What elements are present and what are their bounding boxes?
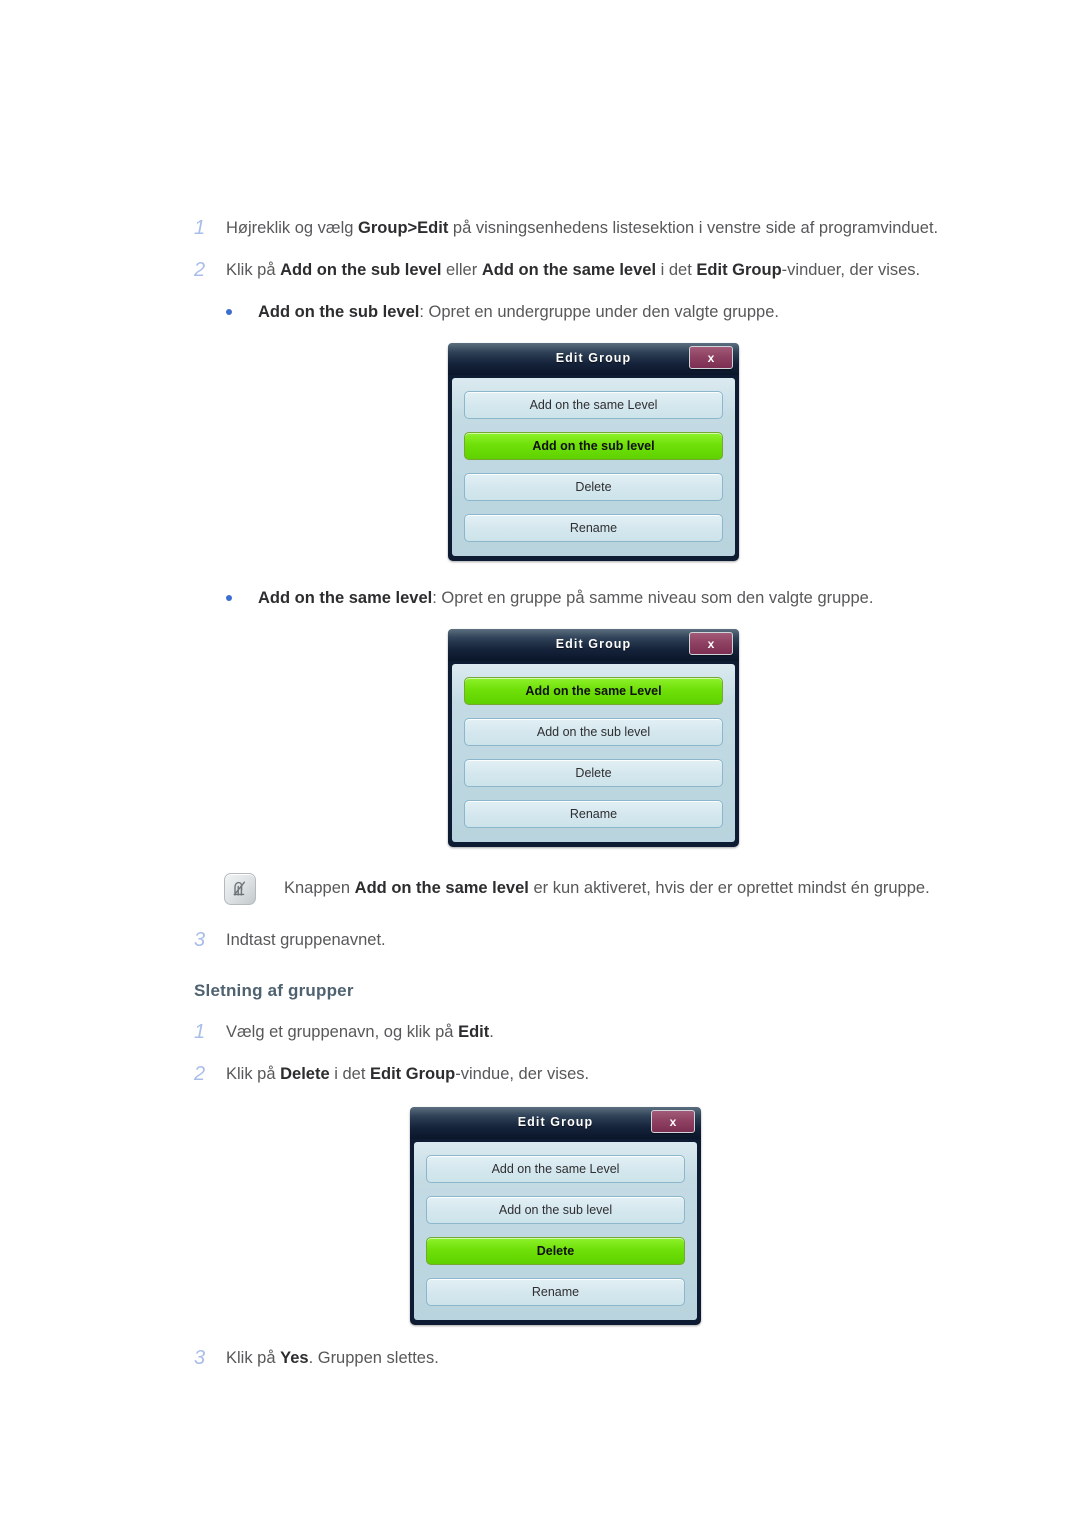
note-text-frag-0: Knappen (284, 879, 355, 897)
add-step-2-text: Klik på Add on the sub level eller Add o… (226, 257, 920, 283)
add-step-2-number: 2 (194, 259, 206, 281)
dialog-same-level-title: Edit Group (555, 637, 632, 651)
add-step-1-number: 1 (194, 217, 206, 239)
dialog-delete-button-add-on-the-sub-level[interactable]: Add on the sub level (426, 1196, 685, 1224)
delete-step-2-text: Klik på Delete i det Edit Group-vindue, … (226, 1061, 589, 1087)
dialog-sub-level-body: Add on the same Level Add on the sub leve… (452, 378, 735, 556)
dialog-sub-level-button-add-on-the-sub-level[interactable]: Add on the sub level (464, 432, 723, 460)
bullet-sub-level-dot-icon (226, 299, 258, 315)
add-step-3: 3 Indtast gruppenavnet. (186, 927, 996, 953)
add-group-steps: 1 Højreklik og vælg Group>Edit på visning… (186, 215, 996, 283)
delete-step-2-text-frag-0: Klik på (226, 1065, 281, 1083)
dialog-delete-body: Add on the same Level Add on the sub leve… (414, 1142, 697, 1320)
add-step-1-text-frag-2: på visningsenhedens listesektion i venst… (448, 219, 939, 237)
add-step-1-text-frag-0: Højreklik og vælg (226, 219, 359, 237)
dialog-sub-level-button-rename[interactable]: Rename (464, 514, 723, 542)
dialog-same-level-titlebar[interactable]: Edit Group x (448, 629, 739, 661)
dialog-delete-button-delete[interactable]: Delete (426, 1237, 685, 1265)
dialog-same-level-body: Add on the same Level Add on the sub leve… (452, 664, 735, 842)
dialog-same-level-button-add-on-the-sub-level[interactable]: Add on the sub level (464, 718, 723, 746)
dialog-sub-level-button-delete[interactable]: Delete (464, 473, 723, 501)
delete-step-2-text-frag-4: -vindue, der vises. (455, 1065, 590, 1083)
dialog-delete-titlebar[interactable]: Edit Group x (410, 1107, 701, 1139)
add-step-2-text-frag-1: Add on the sub level (280, 261, 442, 279)
dialog-same-level-wrap: Edit Group x Add on the same Level Add on t… (448, 629, 996, 847)
dialog-sub-level-button-add-on-the-same-level[interactable]: Add on the same Level (464, 391, 723, 419)
bullet-same-level-text-frag-0: Add on the same level (258, 589, 433, 607)
add-step-2-text-frag-6: -vinduer, der vises. (781, 261, 921, 279)
dialog-delete-button-rename[interactable]: Rename (426, 1278, 685, 1306)
delete-step-2-text-frag-2: i det (329, 1065, 370, 1083)
delete-step-1-number: 1 (194, 1021, 206, 1043)
add-step-1-text-frag-1: Group>Edit (358, 219, 449, 237)
dialog-same-level-close-icon[interactable]: x (689, 632, 733, 655)
delete-group-steps: 1 Vælg et gruppenavn, og klik på Edit. 2 Kl… (186, 1019, 996, 1087)
dialog-sub-level-titlebar[interactable]: Edit Group x (448, 343, 739, 375)
delete-step-3-number: 3 (194, 1347, 206, 1369)
add-step-2-text-frag-4: i det (656, 261, 697, 279)
bullet-same-level-text-frag-1: : Opret en gruppe på samme niveau som de… (432, 589, 874, 607)
dialog-sub-level-close-icon[interactable]: x (689, 346, 733, 369)
note-text: Knappen Add on the same level er kun akt… (284, 873, 930, 901)
bullet-sub-level-text: Add on the sub level: Opret en undergrup… (258, 299, 779, 325)
bullet-sub-level-text-frag-0: Add on the sub level (258, 303, 420, 321)
dialog-same-level-button-rename[interactable]: Rename (464, 800, 723, 828)
delete-step-3: 3 Klik på Yes. Gruppen slettes. (186, 1345, 996, 1371)
add-step-1-text: Højreklik og vælg Group>Edit på visnings… (226, 215, 938, 241)
manual-page: 1 Højreklik og vælg Group>Edit på visning… (0, 0, 1080, 1527)
note-text-frag-1: Add on the same level (354, 879, 529, 897)
delete-step-1-text-frag-2: . (489, 1023, 494, 1041)
delete-step-2: 2 Klik på Delete i det Edit Group-vindue,… (186, 1061, 996, 1087)
add-step-2-text-frag-5: Edit Group (696, 261, 782, 279)
dialog-same-level-button-delete[interactable]: Delete (464, 759, 723, 787)
add-group-step-three: 3 Indtast gruppenavnet. (186, 927, 996, 953)
add-step-2-text-frag-2: eller (441, 261, 482, 279)
bullet-sub-level-text-frag-1: : Opret en undergruppe under den valgte … (419, 303, 779, 321)
add-step-2-text-frag-3: Add on the same level (481, 261, 657, 279)
add-step-3-number: 3 (194, 929, 206, 951)
dialog-delete: Edit Group x Add on the same Level Add on t… (410, 1107, 701, 1325)
bullet-same-level: Add on the same level: Opret en gruppe p… (186, 585, 996, 611)
dialog-delete-title: Edit Group (517, 1115, 594, 1129)
bullet-same-level: Add on the same level: Opret en gruppe p… (186, 585, 996, 611)
add-step-1: 1 Højreklik og vælg Group>Edit på visning… (186, 215, 996, 241)
dialog-delete-button-add-on-the-same-level[interactable]: Add on the same Level (426, 1155, 685, 1183)
delete-step-2-text-frag-3: Edit Group (370, 1065, 456, 1083)
delete-step-2-text-frag-1: Delete (280, 1065, 330, 1083)
delete-step-1-text-frag-1: Edit (458, 1023, 490, 1041)
add-step-2: 2 Klik på Add on the sub level eller Add … (186, 257, 996, 283)
delete-step-1: 1 Vælg et gruppenavn, og klik på Edit. (186, 1019, 996, 1045)
bullet-sub-level: Add on the sub level: Opret en undergrup… (186, 299, 996, 325)
dialog-delete-close-icon[interactable]: x (651, 1110, 695, 1133)
delete-step-1-text-frag-0: Vælg et gruppenavn, og klik på (226, 1023, 459, 1041)
note-text-frag-2: er kun aktiveret, hvis der er oprettet m… (528, 879, 930, 897)
dialog-delete-wrap: Edit Group x Add on the same Level Add on t… (410, 1107, 996, 1325)
note-pencil-icon (222, 873, 256, 905)
delete-step-1-text: Vælg et gruppenavn, og klik på Edit. (226, 1019, 494, 1045)
dialog-sub-level-wrap: Edit Group x Add on the same Level Add on t… (448, 343, 996, 561)
delete-group-step-three: 3 Klik på Yes. Gruppen slettes. (186, 1345, 996, 1371)
delete-step-3-text-frag-2: . Gruppen slettes. (308, 1349, 439, 1367)
dialog-same-level-button-add-on-the-same-level[interactable]: Add on the same Level (464, 677, 723, 705)
delete-step-3-text-frag-1: Yes (280, 1349, 309, 1367)
bullet-sub-level: Add on the sub level: Opret en undergrup… (186, 299, 996, 325)
delete-step-3-text-frag-0: Klik på (226, 1349, 281, 1367)
add-step-2-text-frag-0: Klik på (226, 261, 281, 279)
bullet-same-level-dot-icon (226, 585, 258, 601)
dialog-sub-level-title: Edit Group (555, 351, 632, 365)
section-heading: Sletning af grupper (194, 981, 354, 1000)
dialog-sub-level: Edit Group x Add on the same Level Add on t… (448, 343, 739, 561)
add-step-3-text-frag-0: Indtast gruppenavnet. (226, 931, 386, 949)
add-step-3-text: Indtast gruppenavnet. (226, 927, 386, 953)
delete-step-3-text: Klik på Yes. Gruppen slettes. (226, 1345, 439, 1371)
dialog-same-level: Edit Group x Add on the same Level Add on t… (448, 629, 739, 847)
content-column: 1 Højreklik og vælg Group>Edit på visning… (186, 215, 996, 1387)
delete-step-2-number: 2 (194, 1063, 206, 1085)
bullet-same-level-text: Add on the same level: Opret en gruppe p… (258, 585, 873, 611)
note-callout: Knappen Add on the same level er kun akt… (186, 873, 996, 905)
